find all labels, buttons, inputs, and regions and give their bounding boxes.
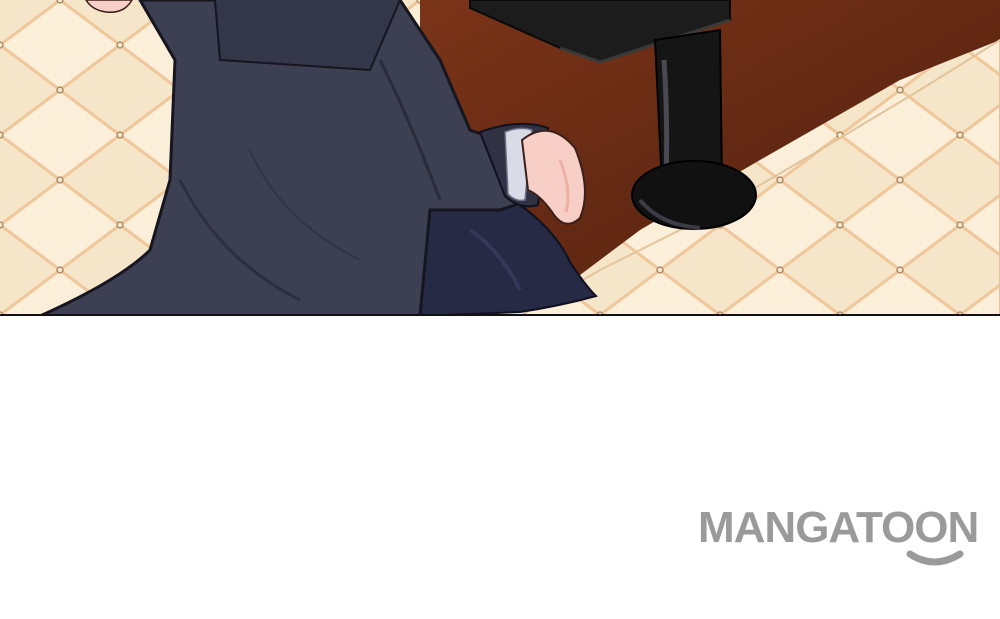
mangatoon-logo: MANGATOON bbox=[698, 506, 979, 566]
mangatoon-watermark: MANGATOON bbox=[698, 506, 1000, 576]
comic-panel bbox=[0, 0, 1000, 316]
table-foot bbox=[631, 160, 757, 230]
smile-icon bbox=[906, 550, 964, 566]
panel-illustration bbox=[0, 0, 1000, 316]
watermark-text: MANGATOON bbox=[698, 506, 978, 552]
